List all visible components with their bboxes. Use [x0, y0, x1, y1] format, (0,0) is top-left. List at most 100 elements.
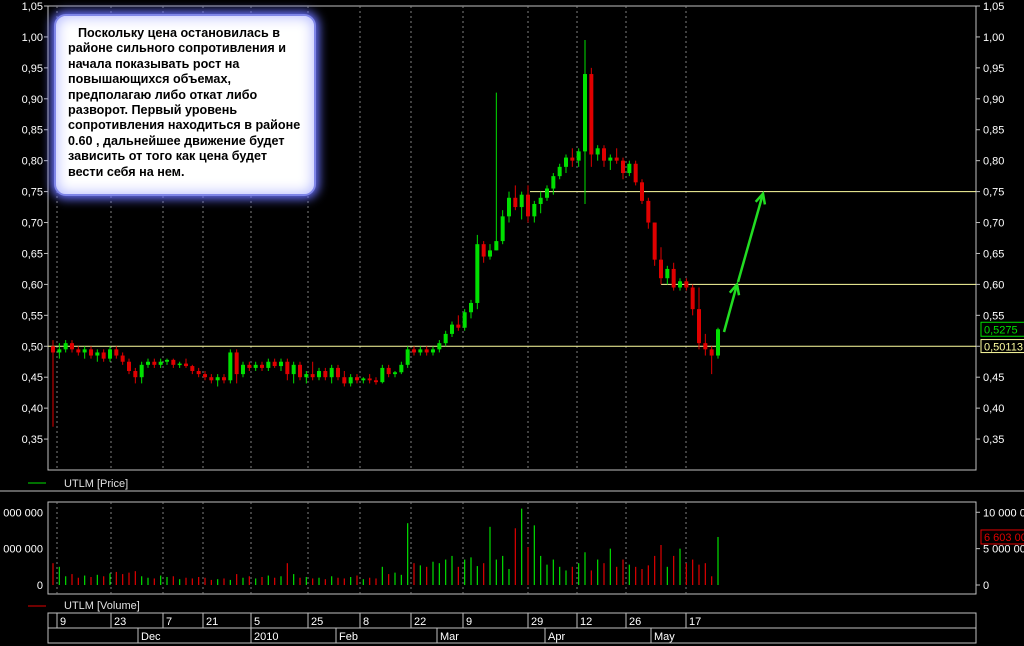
candle-body-6: [89, 349, 93, 356]
candle-body-56: [405, 349, 410, 365]
time-label-upper-1: 23: [114, 616, 126, 628]
candle-body-67: [475, 244, 480, 303]
volume-tick-label-right-2: 0: [983, 580, 989, 592]
candle-body-38: [291, 364, 296, 375]
time-label-upper-4: 5: [254, 616, 260, 628]
candle-body-72: [507, 197, 511, 217]
candle-body-88: [608, 157, 613, 161]
candle-body-57: [412, 349, 416, 353]
candle-body-104: [709, 349, 714, 356]
candle-body-102: [697, 309, 701, 344]
candle-body-46: [342, 377, 347, 384]
candle-body-1: [57, 349, 62, 353]
candle-body-100: [684, 281, 689, 288]
candle-body-39: [298, 364, 302, 378]
volume-tick-label-left-2: 0: [37, 580, 43, 592]
candle-body-81: [564, 157, 568, 167]
candle-body-45: [336, 367, 340, 378]
candle-body-14: [139, 364, 144, 378]
candle-body-62: [443, 333, 448, 344]
candle-body-48: [355, 377, 359, 381]
price-tick-label-right-2: 0,95: [983, 63, 1004, 75]
candle-body-24: [203, 374, 207, 378]
price-tick-label-right-6: 0,75: [983, 187, 1004, 199]
candle-body-17: [158, 361, 163, 365]
candle-body-80: [557, 166, 562, 177]
time-label-upper-2: 7: [166, 616, 172, 628]
candle-body-55: [399, 364, 404, 373]
candle-body-99: [678, 281, 682, 288]
candle-body-70: [494, 241, 499, 251]
time-label-lower-1: 2010: [254, 631, 278, 643]
candle-body-40: [304, 374, 309, 378]
candle-body-19: [171, 359, 176, 365]
annotation-note: Поскольку цена остановилась в районе сил…: [54, 14, 316, 196]
candle-body-59: [424, 349, 429, 353]
time-label-upper-8: 9: [466, 616, 472, 628]
candle-body-27: [222, 377, 226, 381]
candle-body-97: [665, 268, 670, 279]
price-tick-label-left-8: 0,65: [22, 248, 43, 260]
candle-body-41: [310, 374, 315, 378]
candle-body-18: [165, 359, 169, 362]
time-label-upper-3: 21: [206, 616, 218, 628]
candle-body-34: [266, 361, 271, 368]
candle-body-76: [532, 203, 537, 217]
candle-body-5: [82, 349, 87, 353]
candle-body-50: [367, 378, 372, 381]
candle-body-16: [152, 361, 157, 365]
candle-body-20: [177, 363, 182, 366]
candle-body-3: [70, 343, 74, 350]
candle-body-26: [215, 377, 220, 381]
price-tick-label-right-1: 1,00: [983, 32, 1004, 44]
candle-body-66: [469, 302, 473, 313]
candle-body-60: [431, 349, 435, 353]
price-tick-label-left-2: 0,95: [22, 63, 43, 75]
candle-body-2: [63, 343, 68, 350]
price-tick-label-right-0: 1,05: [983, 1, 1004, 13]
time-label-lower-5: May: [654, 631, 675, 643]
candle-body-33: [260, 364, 264, 368]
last-price-label: 0,5275: [984, 324, 1018, 336]
candle-body-78: [545, 188, 549, 198]
candle-body-29: [234, 352, 239, 375]
candle-body-37: [285, 361, 290, 375]
candle-body-51: [374, 380, 378, 383]
annotation-text: Поскольку цена остановилась в районе сил…: [68, 26, 301, 179]
candle-body-64: [456, 324, 461, 328]
candle-body-35: [272, 361, 277, 367]
candle-body-61: [437, 343, 442, 350]
time-label-lower-4: Apr: [548, 631, 565, 643]
time-label-upper-11: 26: [629, 616, 641, 628]
candle-body-105: [716, 329, 720, 356]
price-tick-label-right-10: 0,55: [983, 310, 1004, 322]
candle-body-95: [652, 222, 657, 260]
candle-body-9: [108, 349, 112, 359]
candle-body-65: [462, 312, 467, 328]
candle-body-63: [450, 324, 454, 334]
candle-body-28: [228, 352, 233, 381]
candle-body-7: [95, 352, 100, 356]
candle-body-15: [146, 361, 150, 365]
time-label-upper-5: 25: [311, 616, 323, 628]
price-tick-label-left-11: 0,50: [22, 341, 43, 353]
price-tick-label-left-6: 0,75: [22, 187, 43, 199]
candle-body-92: [633, 163, 638, 183]
candle-body-53: [386, 367, 391, 375]
price-tick-label-left-10: 0,55: [22, 310, 43, 322]
price-tick-label-left-12: 0,45: [22, 372, 43, 384]
candle-body-73: [513, 197, 518, 208]
volume-tick-label-left-1: 5 000 000: [0, 544, 43, 556]
price-tick-label-left-14: 0,35: [22, 434, 43, 446]
candle-body-94: [646, 200, 651, 223]
candle-body-11: [120, 355, 125, 362]
price-tick-label-right-12: 0,45: [983, 372, 1004, 384]
candle-body-12: [127, 361, 131, 372]
candle-body-31: [247, 364, 252, 368]
price-tick-label-right-5: 0,80: [983, 156, 1004, 168]
price-tick-label-left-4: 0,85: [22, 125, 43, 137]
candle-body-71: [500, 216, 505, 242]
price-legend-label: UTLM [Price]: [64, 478, 128, 490]
price-tick-label-left-9: 0,60: [22, 279, 43, 291]
time-label-upper-10: 12: [580, 616, 592, 628]
